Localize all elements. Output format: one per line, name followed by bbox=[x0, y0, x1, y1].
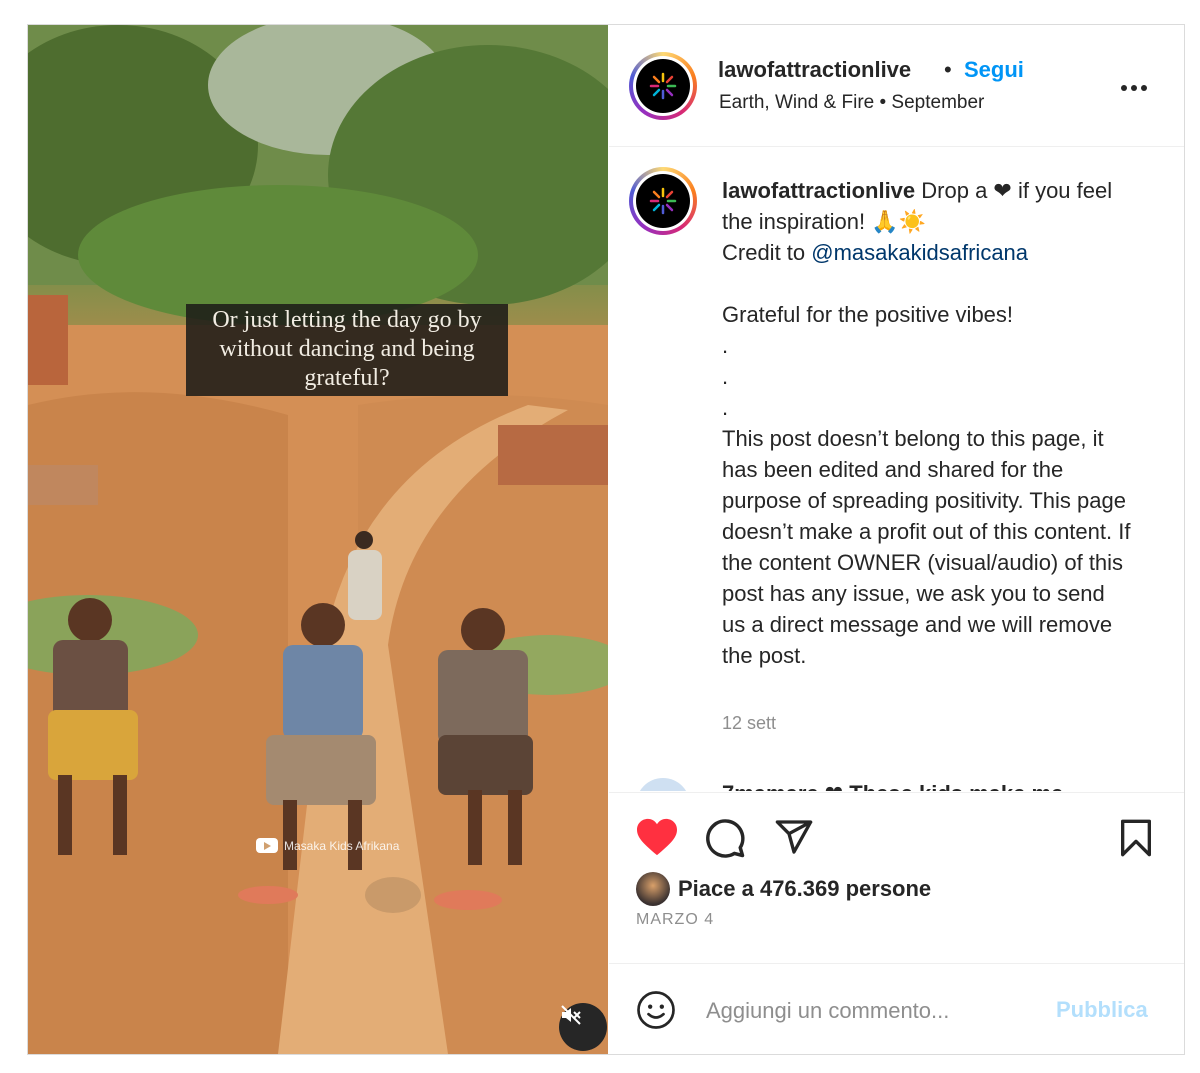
author-avatar[interactable] bbox=[629, 52, 697, 120]
comment-icon bbox=[706, 819, 745, 858]
likes-summary[interactable]: Piace a 476.369 persone bbox=[636, 872, 931, 906]
watermark-text: Masaka Kids Afrikana bbox=[284, 838, 400, 853]
liker-avatar[interactable] bbox=[636, 872, 670, 906]
publish-button[interactable]: Pubblica bbox=[1056, 997, 1148, 1023]
heart-filled-icon bbox=[637, 818, 677, 856]
caption-time-ago[interactable]: 12 sett bbox=[722, 713, 776, 734]
starburst-logo-icon bbox=[649, 72, 677, 100]
header-divider bbox=[609, 146, 1184, 147]
caption-avatar[interactable] bbox=[629, 167, 697, 235]
more-options-button[interactable] bbox=[1120, 72, 1148, 98]
comment-box-divider bbox=[609, 963, 1184, 964]
comment-preview-text: 7mamare ❤ These kids make me bbox=[722, 781, 1063, 791]
more-horizontal-icon bbox=[1121, 85, 1147, 91]
caption-username[interactable]: lawofattractionlive bbox=[722, 178, 915, 203]
comment-preview[interactable]: 7mamare ❤ These kids make me bbox=[609, 765, 1184, 791]
smiley-icon bbox=[637, 991, 675, 1029]
post-video[interactable]: Or just letting the day go by without da… bbox=[28, 25, 608, 1054]
youtube-icon bbox=[256, 838, 278, 853]
starburst-logo-icon bbox=[649, 187, 677, 215]
likes-count[interactable]: Piace a 476.369 persone bbox=[678, 876, 931, 902]
speaker-muted-icon bbox=[561, 1005, 581, 1025]
comment-button[interactable] bbox=[704, 817, 746, 864]
post-caption: lawofattractionlive Drop a ❤ if you feel… bbox=[722, 175, 1132, 671]
mute-button[interactable] bbox=[559, 1003, 607, 1051]
comment-input[interactable] bbox=[704, 993, 1028, 1029]
video-watermark: Masaka Kids Afrikana bbox=[256, 838, 399, 853]
like-button[interactable] bbox=[635, 817, 679, 862]
post-date[interactable]: MARZO 4 bbox=[636, 911, 714, 929]
header-username[interactable]: lawofattractionlive bbox=[718, 57, 911, 83]
caption-mention-link[interactable]: @masakakidsafricana bbox=[811, 240, 1028, 265]
save-button[interactable] bbox=[1118, 818, 1154, 863]
caption-text-2: Grateful for the positive vibes! . . . T… bbox=[722, 302, 1131, 668]
commenter-avatar[interactable] bbox=[636, 778, 690, 791]
video-caption-overlay: Or just letting the day go by without da… bbox=[186, 304, 508, 396]
follow-button[interactable]: Segui bbox=[964, 57, 1024, 83]
send-icon bbox=[775, 820, 813, 854]
emoji-button[interactable] bbox=[636, 990, 676, 1035]
audio-and-date[interactable]: Earth, Wind & Fire • September bbox=[719, 92, 984, 114]
video-scene bbox=[28, 25, 608, 1054]
header-dot: • bbox=[944, 57, 952, 82]
actions-divider bbox=[609, 792, 1184, 793]
share-button[interactable] bbox=[773, 817, 815, 862]
bookmark-icon bbox=[1120, 819, 1151, 857]
